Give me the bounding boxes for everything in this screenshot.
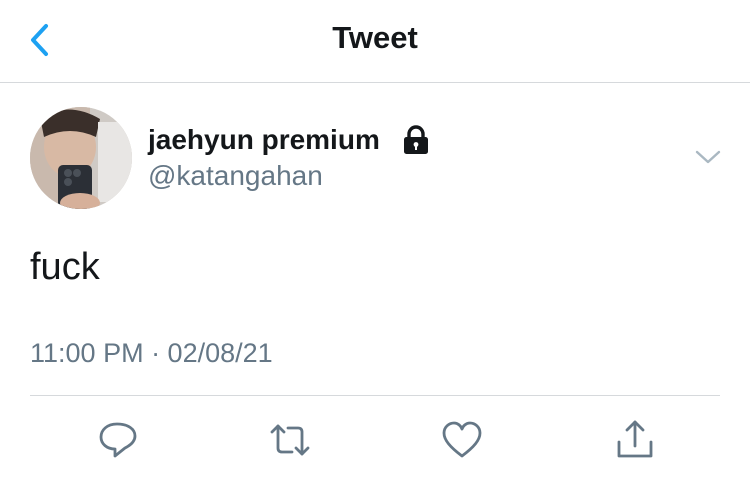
retweet-icon <box>270 424 310 456</box>
tweet-timestamp: 11:00 PM · 02/08/21 <box>30 338 273 368</box>
share-button[interactable] <box>613 418 657 462</box>
share-icon <box>617 420 653 458</box>
profile-photo <box>30 107 132 209</box>
navigation-bar: Tweet <box>0 0 750 83</box>
comment-icon <box>99 422 137 458</box>
like-button[interactable] <box>440 418 484 462</box>
chevron-down-icon <box>695 150 721 164</box>
tweet-text: fuck <box>30 246 100 288</box>
more-options-button[interactable] <box>693 146 723 168</box>
lock-icon <box>404 125 428 154</box>
author-display-name[interactable]: jaehyun premium <box>148 124 380 156</box>
heart-icon <box>442 421 482 458</box>
author-handle[interactable]: @katangahan <box>148 160 323 192</box>
retweet-button[interactable] <box>268 418 312 462</box>
page-title: Tweet <box>332 20 418 55</box>
divider <box>30 395 720 396</box>
reply-button[interactable] <box>96 418 140 462</box>
avatar[interactable] <box>30 107 132 209</box>
